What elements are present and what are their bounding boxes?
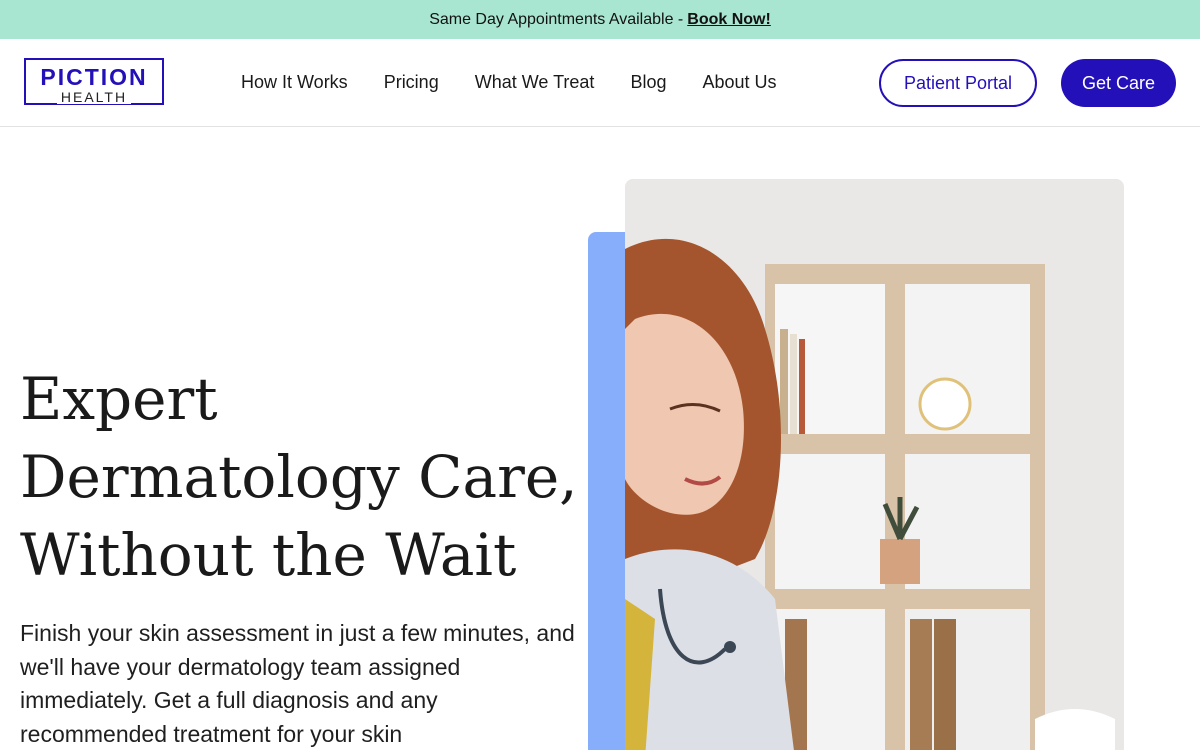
doctor-photo [625,179,1124,750]
get-care-button[interactable]: Get Care [1061,59,1176,107]
hero-title: Expert Dermatology Care, Without the Wai… [20,360,580,594]
hero-title-line-1: Expert [20,365,218,433]
promo-text: Same Day Appointments Available - [429,10,684,28]
nav-blog[interactable]: Blog [630,72,666,93]
promo-bar: Same Day Appointments Available - Book N… [0,0,1200,39]
main-nav: How It Works Pricing What We Treat Blog … [241,39,813,125]
nav-about-us[interactable]: About Us [702,72,776,93]
site-header: PICTION HEALTH How It Works Pricing What… [0,39,1200,127]
nav-what-we-treat[interactable]: What We Treat [475,72,595,93]
nav-pricing[interactable]: Pricing [384,72,439,93]
hero-title-line-3: Without the Wait [20,521,517,589]
patient-portal-button[interactable]: Patient Portal [879,59,1037,107]
nav-how-it-works[interactable]: How It Works [241,72,348,93]
logo-line-1: PICTION [40,64,148,90]
book-now-link[interactable]: Book Now! [687,11,771,29]
logo-line-2: HEALTH [56,90,132,104]
doctor-photo-illustration [625,179,1124,750]
hero-description: Finish your skin assessment in just a fe… [20,620,575,747]
piction-health-logo[interactable]: PICTION HEALTH [24,58,164,105]
hero-title-line-2: Dermatology Care, [20,443,578,511]
